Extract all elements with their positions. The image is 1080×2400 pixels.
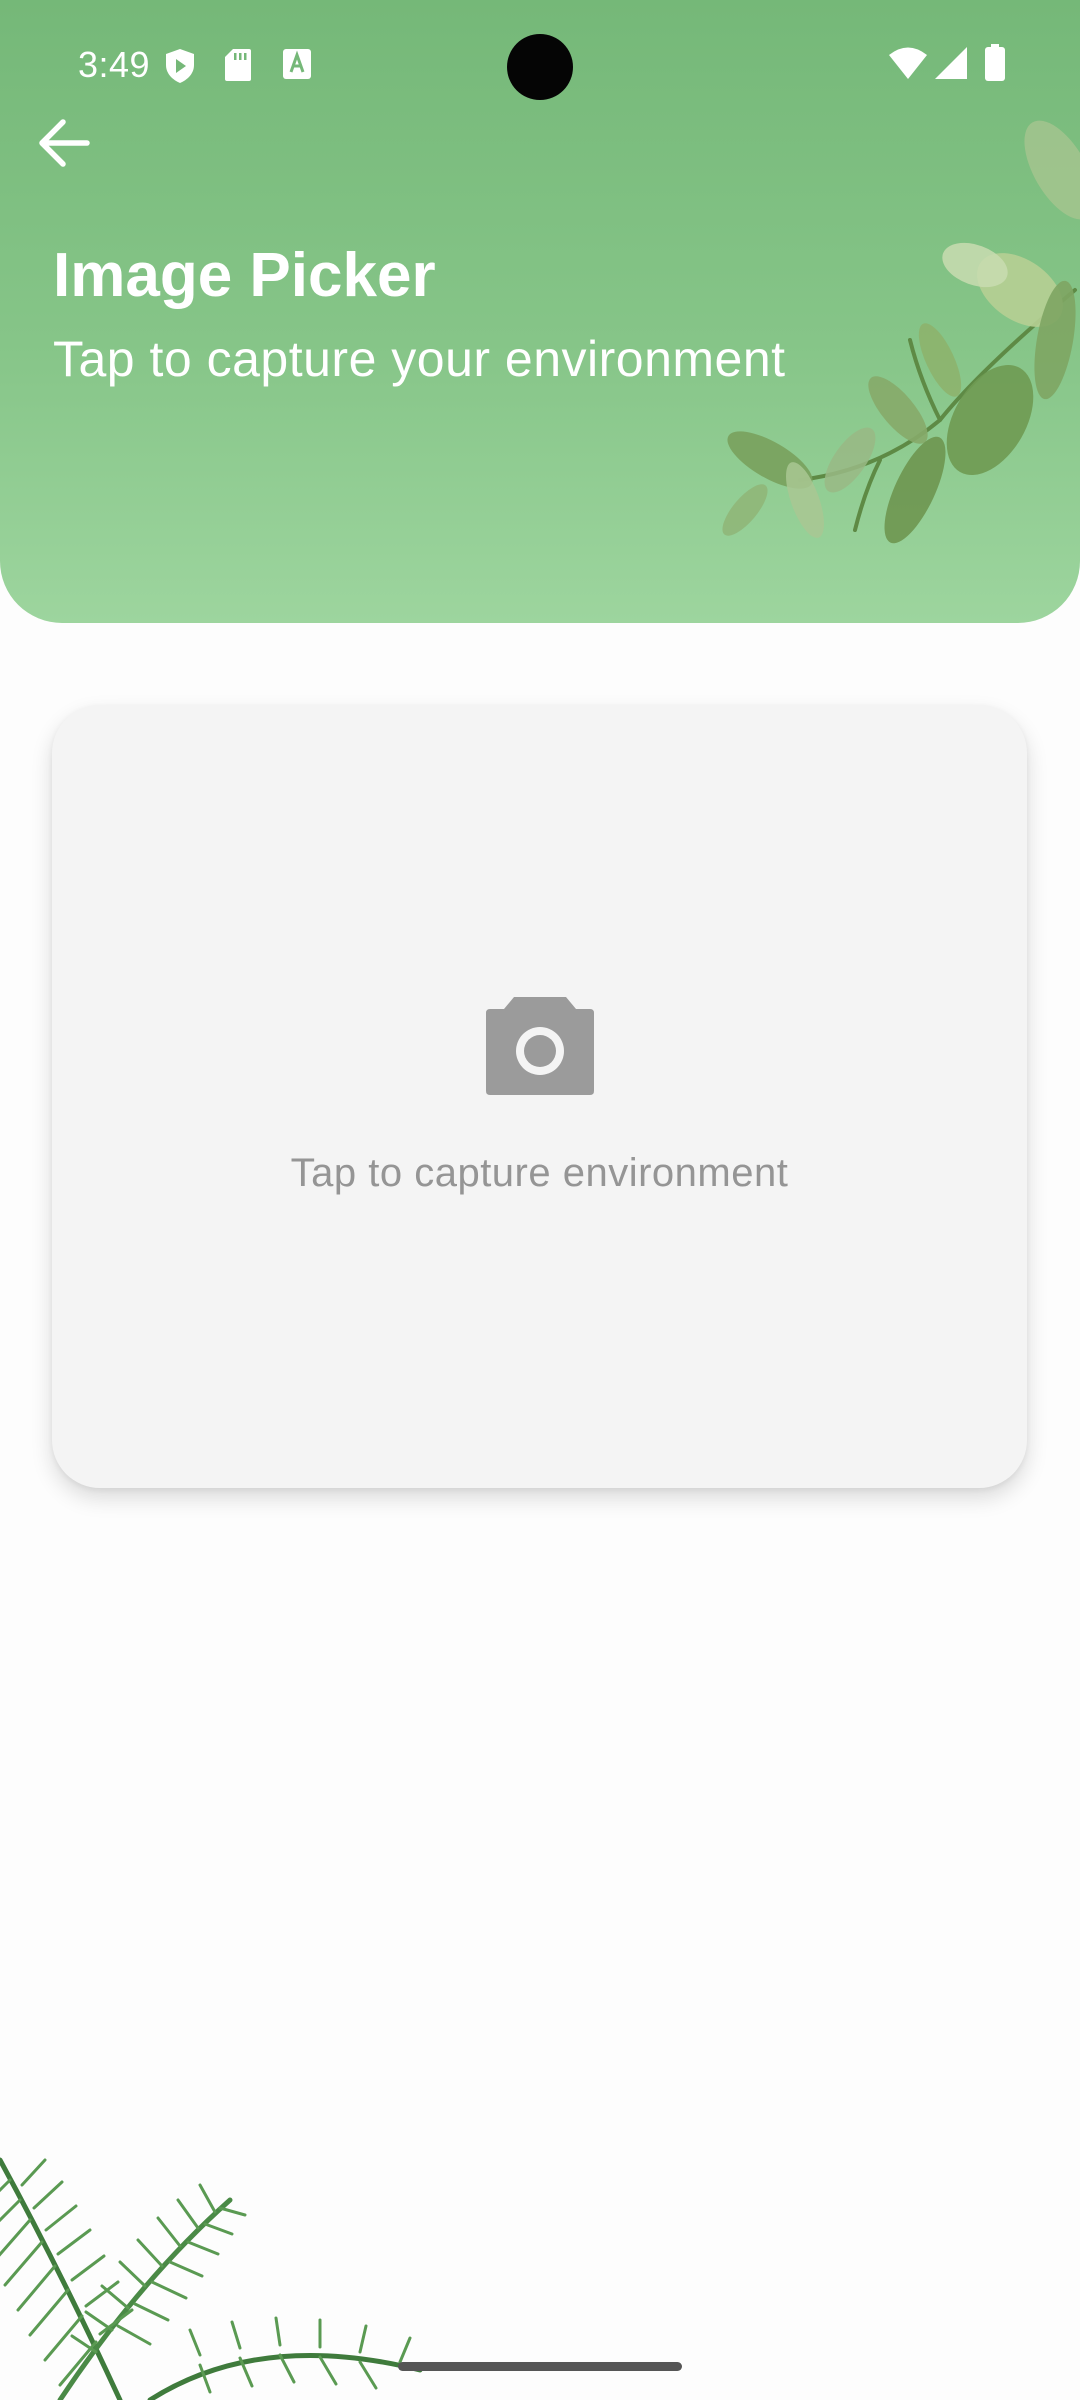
wifi-icon xyxy=(889,47,927,79)
front-camera-cutout xyxy=(507,34,573,100)
camera-icon xyxy=(486,997,594,1095)
battery-icon xyxy=(985,44,1005,81)
home-indicator[interactable] xyxy=(398,2362,682,2371)
status-time: 3:49 xyxy=(78,44,151,85)
header-banner: 3:49 Image Picker Tap to capture your en… xyxy=(0,0,1080,623)
palm-leaves-illustration xyxy=(0,2157,423,2400)
eucalyptus-leaves-illustration xyxy=(722,120,1080,544)
capture-card-label: Tap to capture environment xyxy=(290,1151,789,1195)
capture-card[interactable]: Tap to capture environment xyxy=(52,705,1027,1488)
text-a-icon xyxy=(283,49,311,79)
signal-icon xyxy=(935,47,967,79)
back-button[interactable] xyxy=(28,108,98,178)
arrow-back-icon[interactable] xyxy=(35,117,91,169)
sd-card-icon xyxy=(225,49,251,81)
shield-play-icon xyxy=(166,49,194,83)
page-title: Image Picker xyxy=(53,241,436,310)
